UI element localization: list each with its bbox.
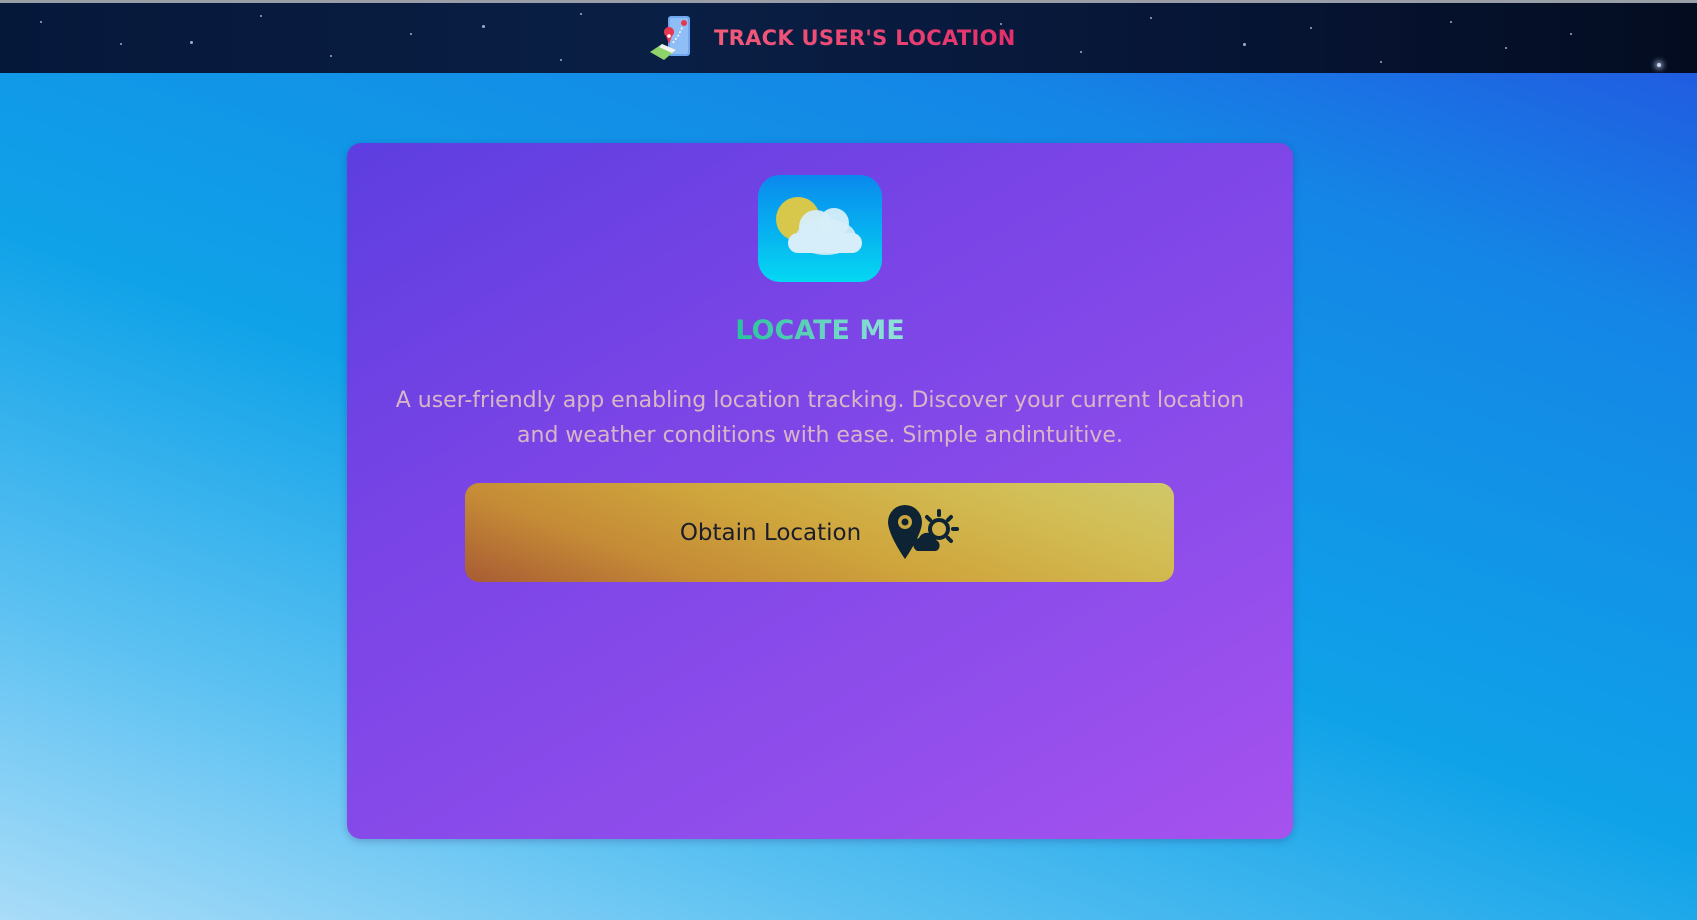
weather-cloud-sun-icon bbox=[758, 175, 882, 282]
card-heading: LOCATE ME bbox=[347, 315, 1293, 346]
star-decoration bbox=[580, 13, 582, 15]
star-decoration bbox=[1380, 61, 1382, 63]
app-title: TRACK USER'S LOCATION bbox=[714, 26, 1016, 50]
star-decoration bbox=[330, 55, 332, 57]
star-decoration bbox=[1243, 43, 1246, 46]
star-decoration bbox=[560, 59, 562, 61]
star-decoration bbox=[1310, 27, 1312, 29]
star-decoration bbox=[482, 25, 485, 28]
locate-card: LOCATE ME A user-friendly app enabling l… bbox=[347, 143, 1293, 839]
location-weather-icon bbox=[888, 504, 960, 559]
star-decoration bbox=[1657, 63, 1661, 67]
star-decoration bbox=[1450, 21, 1452, 23]
star-decoration bbox=[1150, 17, 1152, 19]
star-decoration bbox=[1080, 51, 1082, 53]
navbar: TRACK USER'S LOCATION bbox=[0, 3, 1697, 73]
star-decoration bbox=[1570, 33, 1572, 35]
star-decoration bbox=[190, 41, 193, 44]
map-phone-icon bbox=[650, 16, 690, 60]
star-decoration bbox=[260, 15, 262, 17]
star-decoration bbox=[40, 21, 42, 23]
card-description: A user-friendly app enabling location tr… bbox=[395, 388, 1245, 448]
card-heading-text: LOCATE ME bbox=[735, 315, 905, 346]
obtain-location-button[interactable]: Obtain Location bbox=[465, 483, 1174, 582]
star-decoration bbox=[1505, 47, 1507, 49]
brand[interactable]: TRACK USER'S LOCATION bbox=[648, 15, 1016, 61]
star-decoration bbox=[120, 43, 122, 45]
star-decoration bbox=[410, 33, 412, 35]
obtain-location-label: Obtain Location bbox=[679, 519, 862, 546]
